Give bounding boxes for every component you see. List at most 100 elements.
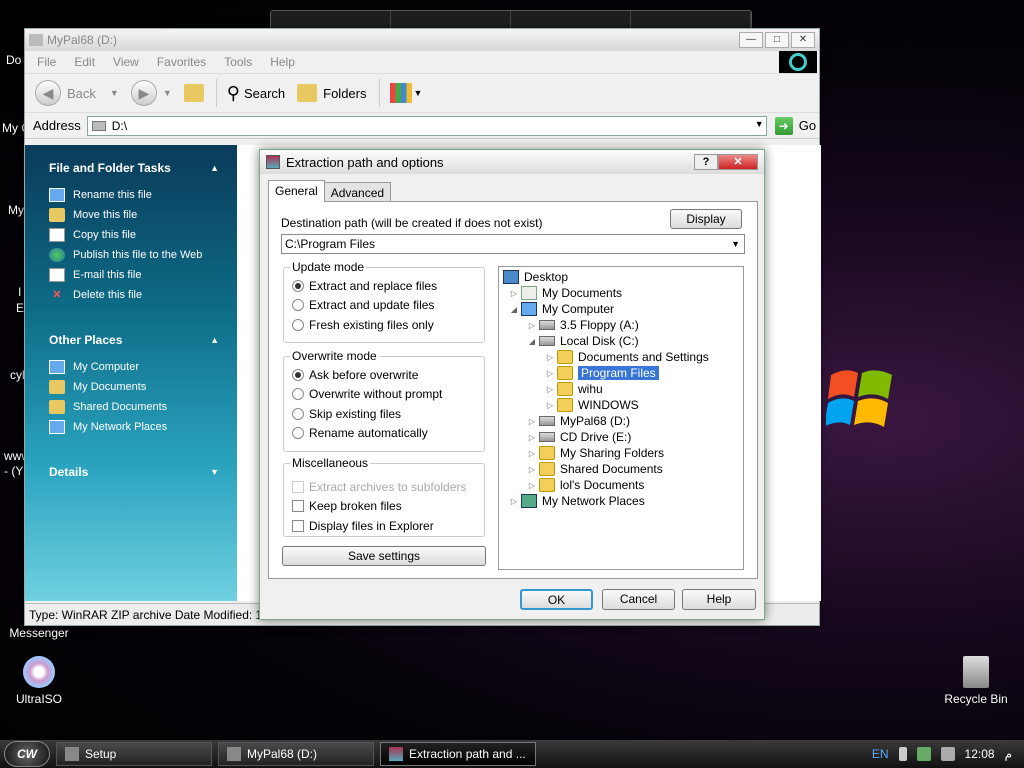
tree-node-documents-settings[interactable]: ▷ Documents and Settings — [545, 349, 709, 365]
menu-favorites[interactable]: Favorites — [157, 55, 206, 69]
help-question-button[interactable]: ? — [694, 154, 718, 170]
expand-icon[interactable]: ▷ — [545, 401, 555, 410]
expand-icon[interactable]: ▷ — [527, 449, 537, 458]
task-email[interactable]: E-mail this file — [25, 265, 237, 285]
volume-icon[interactable] — [940, 747, 955, 761]
maximize-button[interactable]: □ — [765, 32, 789, 48]
radio-button[interactable] — [292, 279, 304, 292]
expand-icon[interactable]: ▷ — [545, 353, 555, 362]
other-places-header[interactable]: Other Places ▲ — [25, 329, 237, 351]
folders-button[interactable]: Folders — [297, 84, 367, 102]
radio-ask-before[interactable]: Ask before overwrite — [284, 365, 484, 385]
tree-node-network-places[interactable]: ▷ My Network Places — [509, 493, 645, 509]
place-my-computer[interactable]: My Computer — [25, 357, 237, 377]
task-copy[interactable]: Copy this file — [25, 225, 237, 245]
tree-node-desktop[interactable]: Desktop — [503, 269, 568, 285]
cancel-button[interactable]: Cancel — [602, 589, 675, 610]
help-button[interactable]: Help — [682, 589, 756, 610]
tab-advanced[interactable]: Advanced — [323, 182, 392, 202]
tree-node-cd-drive[interactable]: ▷ CD Drive (E:) — [527, 429, 631, 445]
desktop-icon-ultraiso[interactable]: UltraISO — [4, 656, 74, 706]
radio-button[interactable] — [292, 407, 304, 420]
tree-node-my-documents[interactable]: ▷ My Documents — [509, 285, 622, 301]
radio-button[interactable] — [292, 388, 304, 401]
radio-button[interactable] — [292, 427, 304, 440]
chevron-down-icon[interactable]: ▼ — [210, 467, 219, 477]
taskbar-item-mypal68[interactable]: MyPal68 (D:) — [218, 742, 374, 766]
tab-general[interactable]: General — [268, 180, 325, 202]
start-button[interactable]: CW — [4, 741, 50, 767]
menu-file[interactable]: File — [37, 55, 56, 69]
tree-node-lols-documents[interactable]: ▷ lol's Documents — [527, 477, 644, 493]
expand-icon[interactable]: ▷ — [527, 465, 537, 474]
task-move[interactable]: Move this file — [25, 205, 237, 225]
chevron-up-icon[interactable]: ▲ — [210, 163, 219, 173]
radio-button[interactable] — [292, 368, 304, 381]
chevron-down-icon[interactable]: ▼ — [731, 235, 740, 253]
checkbox-display-explorer[interactable]: Display files in Explorer — [284, 516, 484, 536]
back-button[interactable]: ◀ Back ▼ — [35, 80, 119, 106]
place-shared-documents[interactable]: Shared Documents — [25, 397, 237, 417]
tree-node-floppy[interactable]: ▷ 3.5 Floppy (A:) — [527, 317, 639, 333]
tree-node-sharing-folders[interactable]: ▷ My Sharing Folders — [527, 445, 664, 461]
expand-icon[interactable]: ▷ — [509, 289, 519, 298]
taskbar-item-extraction[interactable]: Extraction path and ... — [380, 742, 536, 766]
checkbox[interactable] — [292, 519, 304, 532]
tree-node-mypal68[interactable]: ▷ MyPal68 (D:) — [527, 413, 630, 429]
menu-edit[interactable]: Edit — [74, 55, 95, 69]
place-my-documents[interactable]: My Documents — [25, 377, 237, 397]
tree-node-shared-documents[interactable]: ▷ Shared Documents — [527, 461, 663, 477]
menu-help[interactable]: Help — [270, 55, 295, 69]
expand-icon[interactable]: ▷ — [527, 481, 537, 490]
expand-icon[interactable]: ▷ — [509, 497, 519, 506]
chevron-down-icon[interactable]: ▼ — [755, 119, 764, 129]
tree-node-wihu[interactable]: ▷ wihu — [545, 381, 603, 397]
task-delete[interactable]: ✕ Delete this file — [25, 285, 237, 305]
destination-path-combo[interactable]: C:\Program Files ▼ — [281, 234, 745, 254]
tree-node-my-computer[interactable]: ◢ My Computer — [509, 301, 614, 317]
radio-rename-auto[interactable]: Rename automatically — [284, 424, 484, 444]
radio-skip-existing[interactable]: Skip existing files — [284, 404, 484, 424]
file-folder-tasks-header[interactable]: File and Folder Tasks ▲ — [25, 157, 237, 179]
checkbox[interactable] — [292, 500, 304, 513]
radio-extract-replace[interactable]: Extract and replace files — [284, 276, 484, 296]
dialog-titlebar[interactable]: Extraction path and options ? ✕ — [260, 150, 764, 174]
usb-icon[interactable] — [898, 747, 907, 761]
radio-fresh-existing[interactable]: Fresh existing files only — [284, 315, 484, 335]
chevron-up-icon[interactable]: ▲ — [210, 335, 219, 345]
ok-button[interactable]: OK — [520, 589, 593, 610]
menu-tools[interactable]: Tools — [224, 55, 252, 69]
collapse-icon[interactable]: ◢ — [527, 337, 537, 346]
expand-icon[interactable]: ▷ — [527, 417, 537, 426]
checkbox-keep-broken[interactable]: Keep broken files — [284, 497, 484, 517]
explorer-titlebar[interactable]: MyPal68 (D:) — □ ✕ — [25, 29, 819, 51]
views-button[interactable]: ▼ — [389, 83, 422, 103]
close-button[interactable]: ✕ — [791, 32, 815, 48]
desktop-icon-recycle-bin[interactable]: Recycle Bin — [938, 656, 1014, 706]
collapse-icon[interactable]: ◢ — [509, 305, 519, 314]
task-publish[interactable]: Publish this file to the Web — [25, 245, 237, 265]
tree-node-program-files[interactable]: ▷ Program Files — [545, 365, 659, 381]
expand-icon[interactable]: ▷ — [545, 385, 555, 394]
tree-node-local-disk[interactable]: ◢ Local Disk (C:) — [527, 333, 639, 349]
go-button[interactable]: ➜ Go — [774, 116, 816, 135]
minimize-button[interactable]: — — [739, 32, 763, 48]
search-button[interactable]: ⚲ Search — [227, 83, 285, 104]
place-network[interactable]: My Network Places — [25, 417, 237, 437]
radio-button[interactable] — [292, 318, 304, 331]
expand-icon[interactable]: ▷ — [527, 433, 537, 442]
radio-button[interactable] — [292, 299, 304, 312]
details-header[interactable]: Details ▼ — [25, 461, 237, 483]
radio-extract-update[interactable]: Extract and update files — [284, 296, 484, 316]
up-button[interactable] — [183, 84, 204, 102]
display-button[interactable]: Display — [670, 209, 742, 229]
address-input[interactable]: D:\ ▼ — [86, 115, 767, 136]
radio-overwrite-without-prompt[interactable]: Overwrite without prompt — [284, 385, 484, 405]
save-settings-button[interactable]: Save settings — [282, 546, 486, 566]
tree-node-windows[interactable]: ▷ WINDOWS — [545, 397, 639, 413]
expand-icon[interactable]: ▷ — [527, 321, 537, 330]
taskbar-item-setup[interactable]: Setup — [56, 742, 212, 766]
folder-tree[interactable]: Desktop ▷ My Documents ◢ My Computer ▷ 3.5 … — [498, 266, 744, 570]
task-rename[interactable]: Rename this file — [25, 185, 237, 205]
security-icon[interactable] — [916, 747, 931, 761]
